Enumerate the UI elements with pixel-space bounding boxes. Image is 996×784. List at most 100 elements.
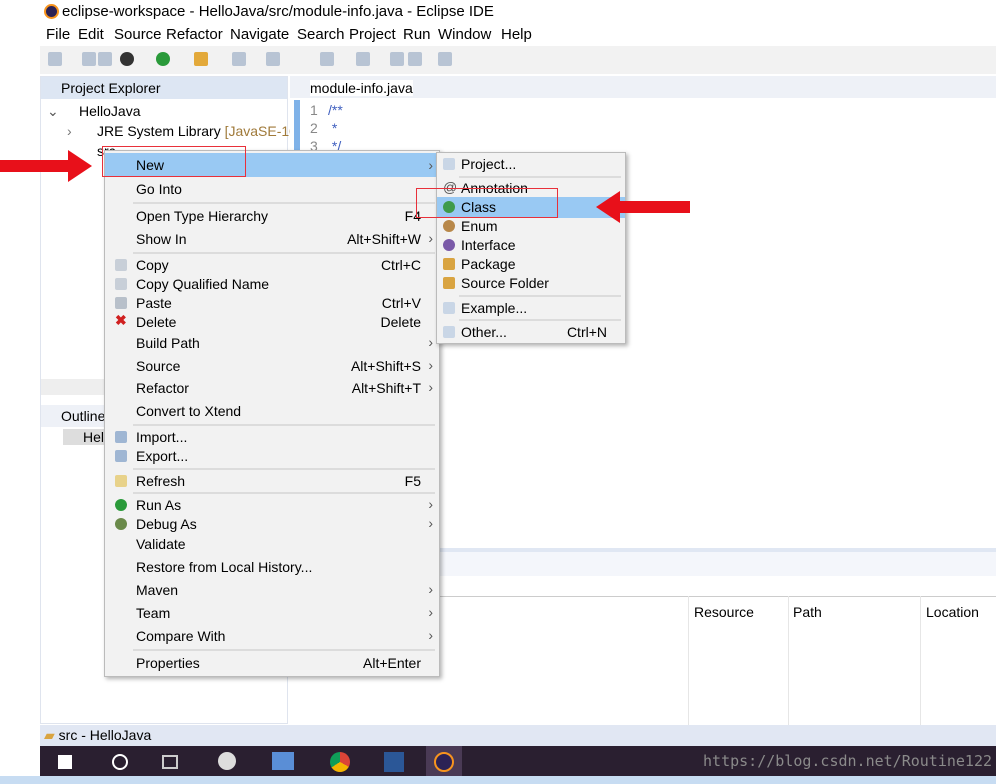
menu-source[interactable]: Source bbox=[114, 26, 162, 43]
menu-item-import[interactable]: Import... bbox=[105, 427, 439, 448]
column-resource[interactable]: Resource bbox=[694, 604, 754, 620]
submenu-arrow-icon: › bbox=[428, 157, 433, 173]
menu-run[interactable]: Run bbox=[403, 26, 431, 43]
menu-item-run-as[interactable]: Run As › bbox=[105, 495, 439, 516]
run-icon bbox=[115, 499, 127, 511]
new-submenu: Project... @ Annotation Class Enum Interf… bbox=[436, 152, 626, 344]
menu-item-paste[interactable]: Paste Ctrl+V bbox=[105, 293, 439, 314]
red-arrow-left-icon bbox=[0, 160, 70, 172]
menu-item-copy[interactable]: Copy Ctrl+C bbox=[105, 255, 439, 276]
menu-item-refactor[interactable]: Refactor Alt+Shift+T › bbox=[105, 378, 439, 399]
jre-label: JRE System Library bbox=[97, 123, 221, 139]
chrome-icon[interactable] bbox=[330, 752, 350, 772]
menu-item-validate[interactable]: Validate bbox=[105, 534, 439, 555]
menu-item-source[interactable]: Source Alt+Shift+S › bbox=[105, 356, 439, 377]
word-icon[interactable] bbox=[384, 752, 404, 772]
submenu-arrow-icon: › bbox=[428, 604, 433, 620]
menu-item-export[interactable]: Export... bbox=[105, 446, 439, 467]
search-icon[interactable] bbox=[232, 52, 246, 66]
window-title: eclipse-workspace - HelloJava/src/module… bbox=[62, 3, 494, 20]
label: Show In bbox=[136, 231, 187, 247]
label: Package bbox=[461, 256, 516, 272]
windows-start-icon[interactable] bbox=[58, 755, 72, 769]
submenu-item-project[interactable]: Project... bbox=[437, 154, 625, 175]
prev-annotation-icon[interactable] bbox=[356, 52, 370, 66]
external-tools-icon[interactable] bbox=[194, 52, 208, 66]
menu-item-debug-as[interactable]: Debug As › bbox=[105, 514, 439, 535]
menu-item-compare-with[interactable]: Compare With › bbox=[105, 626, 439, 647]
label: Example... bbox=[461, 300, 528, 316]
label: Build Path bbox=[136, 335, 200, 351]
label: Import... bbox=[136, 429, 188, 445]
next-annotation-icon[interactable] bbox=[320, 52, 334, 66]
eclipse-logo-icon bbox=[44, 4, 59, 19]
menu-item-restore-local-history[interactable]: Restore from Local History... bbox=[105, 557, 439, 578]
forward-icon[interactable] bbox=[438, 52, 452, 66]
submenu-item-other[interactable]: Other... Ctrl+N bbox=[437, 322, 625, 343]
submenu-item-package[interactable]: Package bbox=[437, 254, 625, 275]
menu-help[interactable]: Help bbox=[501, 26, 532, 43]
menu-item-delete[interactable]: ✖ Delete Delete bbox=[105, 312, 439, 333]
menu-item-copy-qualified-name[interactable]: Copy Qualified Name bbox=[105, 274, 439, 295]
example-icon bbox=[443, 302, 455, 314]
copy-icon bbox=[115, 259, 127, 271]
menu-refactor[interactable]: Refactor bbox=[166, 26, 223, 43]
menu-item-convert-to-xtend[interactable]: Convert to Xtend bbox=[105, 401, 439, 422]
menu-window[interactable]: Window bbox=[438, 26, 491, 43]
save-all-icon[interactable] bbox=[98, 52, 112, 66]
red-arrow-right-head-icon bbox=[596, 191, 620, 223]
label: Interface bbox=[461, 237, 516, 253]
menu-item-team[interactable]: Team › bbox=[105, 603, 439, 624]
column-location[interactable]: Location bbox=[926, 604, 979, 620]
debug-icon[interactable] bbox=[120, 52, 134, 66]
shortcut: Alt+Shift+W bbox=[347, 231, 421, 247]
tab-outline[interactable]: Outline bbox=[61, 408, 105, 424]
task-view-icon[interactable] bbox=[162, 755, 178, 769]
search-icon[interactable] bbox=[112, 754, 128, 770]
toggle-icon[interactable] bbox=[266, 52, 280, 66]
submenu-item-source-folder[interactable]: Source Folder bbox=[437, 273, 625, 294]
collapse-arrow-icon[interactable]: ⌄ bbox=[47, 103, 59, 120]
other-icon bbox=[443, 326, 455, 338]
submenu-arrow-icon: › bbox=[428, 515, 433, 531]
submenu-arrow-icon: › bbox=[428, 230, 433, 246]
tab-module-info[interactable]: module-info.java bbox=[310, 80, 413, 96]
code-line[interactable]: /** bbox=[328, 102, 343, 118]
code-line[interactable]: * bbox=[328, 120, 337, 136]
menu-edit[interactable]: Edit bbox=[78, 26, 104, 43]
menu-item-open-type-hierarchy[interactable]: Open Type Hierarchy F4 bbox=[105, 206, 439, 227]
delete-icon: ✖ bbox=[115, 312, 127, 328]
title-bar: eclipse-workspace - HelloJava/src/module… bbox=[40, 0, 996, 24]
expand-arrow-icon[interactable]: › bbox=[67, 123, 72, 139]
submenu-item-example[interactable]: Example... bbox=[437, 298, 625, 319]
submenu-item-interface[interactable]: Interface bbox=[437, 235, 625, 256]
menu-file[interactable]: File bbox=[46, 26, 70, 43]
menu-navigate[interactable]: Navigate bbox=[230, 26, 289, 43]
back-icon[interactable] bbox=[408, 52, 422, 66]
menu-item-properties[interactable]: Properties Alt+Enter bbox=[105, 653, 439, 674]
run-icon[interactable] bbox=[156, 52, 170, 66]
taskbar: https://blog.csdn.net/Routine122 bbox=[40, 746, 996, 776]
annotation-box-new bbox=[102, 146, 246, 177]
new-icon[interactable] bbox=[48, 52, 62, 66]
app-icon[interactable] bbox=[272, 752, 294, 770]
package-icon bbox=[443, 258, 455, 270]
tab-project-explorer[interactable]: Project Explorer bbox=[61, 80, 161, 96]
menu-item-maven[interactable]: Maven › bbox=[105, 580, 439, 601]
label: Convert to Xtend bbox=[136, 403, 242, 419]
tree-item-jre[interactable]: JRE System Library [JavaSE-10 bbox=[97, 123, 297, 139]
menu-search[interactable]: Search bbox=[297, 26, 345, 43]
eclipse-taskbar-button[interactable] bbox=[426, 746, 462, 776]
menu-item-go-into[interactable]: Go Into bbox=[105, 179, 439, 200]
menu-item-build-path[interactable]: Build Path › bbox=[105, 333, 439, 354]
last-edit-icon[interactable] bbox=[390, 52, 404, 66]
column-path[interactable]: Path bbox=[793, 604, 822, 620]
menu-item-refresh[interactable]: Refresh F5 bbox=[105, 471, 439, 492]
outline-item[interactable]: Hel bbox=[63, 429, 109, 445]
menu-project[interactable]: Project bbox=[349, 26, 396, 43]
menu-item-show-in[interactable]: Show In Alt+Shift+W › bbox=[105, 229, 439, 250]
submenu-arrow-icon: › bbox=[428, 379, 433, 395]
save-icon[interactable] bbox=[82, 52, 96, 66]
tree-item-project[interactable]: HelloJava bbox=[79, 103, 140, 119]
app-icon[interactable] bbox=[218, 752, 236, 770]
